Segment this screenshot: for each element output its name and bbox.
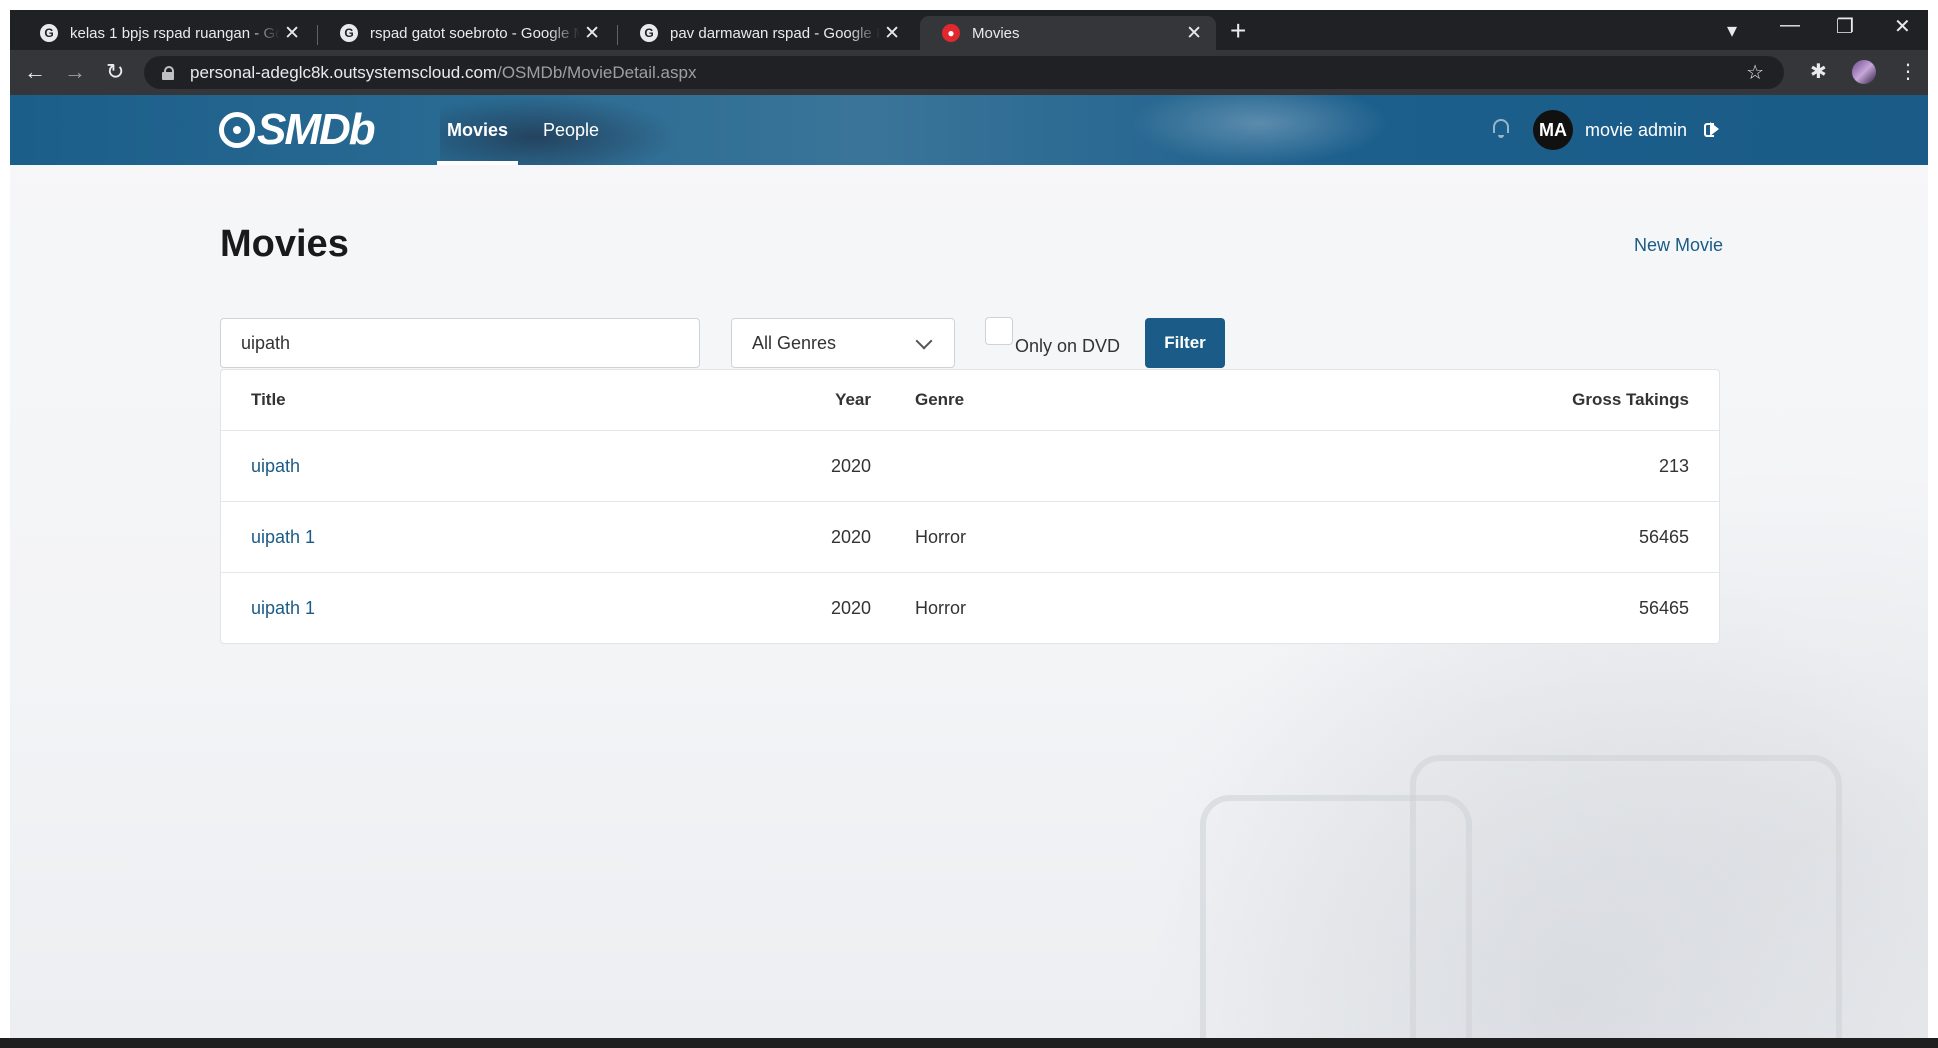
user-avatar[interactable]: MA <box>1533 110 1573 150</box>
film-reel-icon <box>219 112 255 148</box>
movie-title-link[interactable]: uipath 1 <box>251 598 315 619</box>
google-icon: G <box>340 24 358 42</box>
movie-gross: 56465 <box>1638 597 1689 618</box>
nav-movies[interactable]: Movies <box>436 95 519 165</box>
address-bar[interactable]: personal-adeglc8k.outsystemscloud.com/OS… <box>144 56 1784 89</box>
page-title: Movies <box>220 223 349 265</box>
window-close-icon[interactable]: ✕ <box>1894 14 1911 39</box>
movie-genre: Horror <box>915 597 967 618</box>
movie-gross: 56465 <box>1638 526 1689 547</box>
logout-icon[interactable] <box>1704 121 1720 137</box>
tab-search-icon[interactable]: ▾ <box>1727 18 1737 43</box>
tab-title: kelas 1 bpjs rspad ruangan - Google Sear… <box>70 24 280 42</box>
web-page: SMDb Movies People MA movie admin Movies… <box>10 95 1928 1038</box>
menu-icon[interactable]: ⋮ <box>1898 59 1918 84</box>
close-tab-icon[interactable]: ✕ <box>884 22 900 45</box>
nav-people[interactable]: People <box>543 95 599 165</box>
bookmark-star-icon[interactable]: ☆ <box>1746 60 1764 85</box>
movie-year: 2020 <box>830 526 871 547</box>
table-row: uipath 1 2020 Horror 56465 <box>221 572 1719 643</box>
movie-title-link[interactable]: uipath <box>251 456 300 477</box>
new-tab-button[interactable]: + <box>1230 16 1246 46</box>
only-on-dvd-label[interactable]: Only on DVD <box>1015 336 1120 357</box>
movie-genre: Horror <box>915 526 967 547</box>
back-icon[interactable]: ← <box>24 59 46 85</box>
close-tab-icon[interactable]: ✕ <box>284 22 300 45</box>
restore-icon[interactable]: ❐ <box>1836 14 1854 39</box>
tab-title: Movies <box>972 24 1020 42</box>
bell-icon[interactable] <box>1493 119 1509 138</box>
background-chair <box>1410 755 1842 1038</box>
browser-tab[interactable]: G rspad gatot soebroto - Google Maps ✕ <box>318 16 614 50</box>
browser-tab[interactable]: G pav darmawan rspad - Google Penelusura… <box>618 16 914 50</box>
browser-toolbar: ← → ↻ personal-adeglc8k.outsystemscloud.… <box>10 50 1928 95</box>
lock-icon[interactable] <box>162 65 174 80</box>
app-header: SMDb Movies People MA movie admin <box>10 95 1928 165</box>
os-taskbar <box>0 1038 1938 1048</box>
movie-title-link[interactable]: uipath 1 <box>251 527 315 548</box>
new-movie-link[interactable]: New Movie <box>1634 235 1723 256</box>
header-title[interactable]: Title <box>251 370 286 430</box>
close-tab-icon[interactable]: ✕ <box>1186 22 1202 45</box>
google-icon: G <box>40 24 58 42</box>
table-row: uipath 1 2020 Horror 56465 <box>221 501 1719 572</box>
outsystems-icon: ● <box>942 24 960 42</box>
movie-gross: 213 <box>1658 455 1689 476</box>
table-row: uipath 2020 213 <box>221 430 1719 501</box>
user-name[interactable]: movie admin <box>1585 95 1687 165</box>
browser-window: G kelas 1 bpjs rspad ruangan - Google Se… <box>10 10 1928 1038</box>
header-year[interactable]: Year <box>781 370 871 430</box>
movie-year: 2020 <box>830 455 871 476</box>
search-input[interactable] <box>220 318 700 368</box>
profile-avatar[interactable] <box>1852 60 1876 84</box>
chevron-down-icon <box>915 332 933 350</box>
tab-title: rspad gatot soebroto - Google Maps <box>370 24 580 42</box>
browser-tab-active[interactable]: ● Movies ✕ <box>920 16 1216 50</box>
header-art <box>1130 95 1390 165</box>
tab-title: pav darmawan rspad - Google Penelusuran <box>670 24 880 42</box>
genre-selected-value: All Genres <box>752 332 837 353</box>
table-header-row: Title Year Genre Gross Takings <box>221 370 1719 430</box>
filter-button[interactable]: Filter <box>1145 318 1225 368</box>
browser-tab[interactable]: G kelas 1 bpjs rspad ruangan - Google Se… <box>18 16 314 50</box>
url-text: personal-adeglc8k.outsystemscloud.com/OS… <box>190 62 697 82</box>
minimize-icon[interactable]: — <box>1780 14 1800 37</box>
movies-table: Title Year Genre Gross Takings uipath 20… <box>220 369 1720 644</box>
forward-icon[interactable]: → <box>64 59 86 85</box>
header-genre[interactable]: Genre <box>915 370 964 430</box>
osmdb-logo[interactable]: SMDb <box>219 105 376 154</box>
genre-dropdown[interactable]: All Genres <box>731 318 955 368</box>
background-chair <box>1200 795 1472 1038</box>
reload-icon[interactable]: ↻ <box>106 59 124 85</box>
close-tab-icon[interactable]: ✕ <box>584 22 600 45</box>
only-on-dvd-checkbox[interactable] <box>985 317 1013 345</box>
header-gross-takings[interactable]: Gross Takings <box>1572 370 1689 430</box>
movie-year: 2020 <box>830 597 871 618</box>
extensions-icon[interactable]: ✱ <box>1810 59 1827 84</box>
tab-bar: G kelas 1 bpjs rspad ruangan - Google Se… <box>10 10 1928 50</box>
google-icon: G <box>640 24 658 42</box>
